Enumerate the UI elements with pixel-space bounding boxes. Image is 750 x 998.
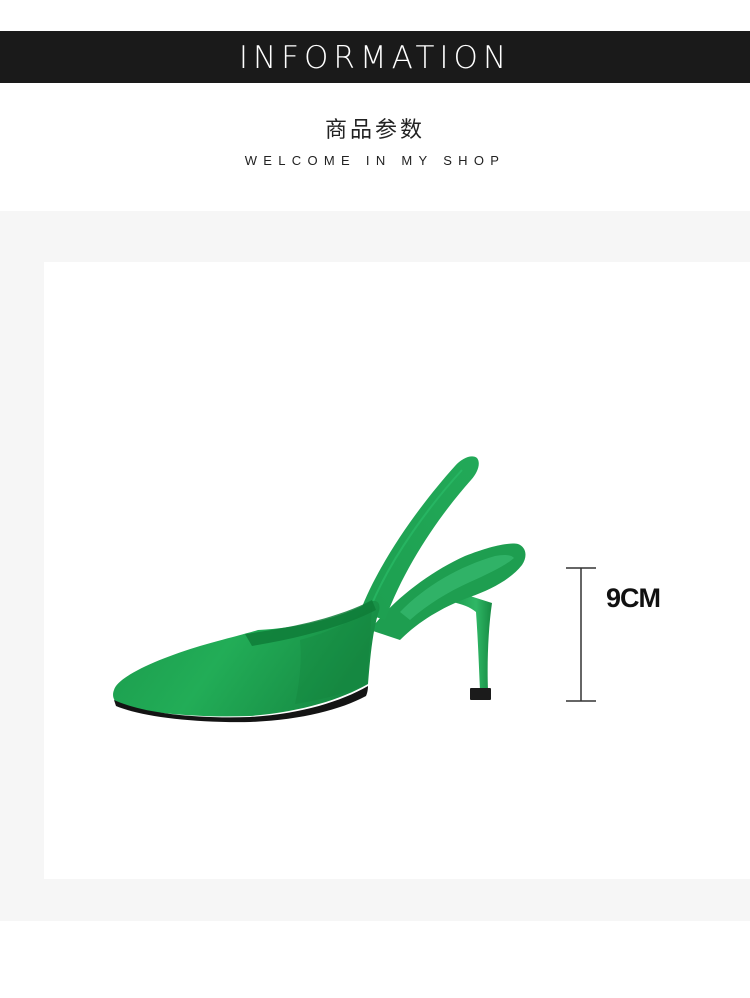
heel-height-label: 9CM — [606, 583, 661, 613]
shoe-illustration — [113, 456, 526, 723]
shoe-heel-tip — [470, 688, 491, 700]
product-image — [113, 456, 596, 723]
heel-height-indicator — [566, 567, 596, 702]
shoe-heel — [452, 596, 492, 690]
